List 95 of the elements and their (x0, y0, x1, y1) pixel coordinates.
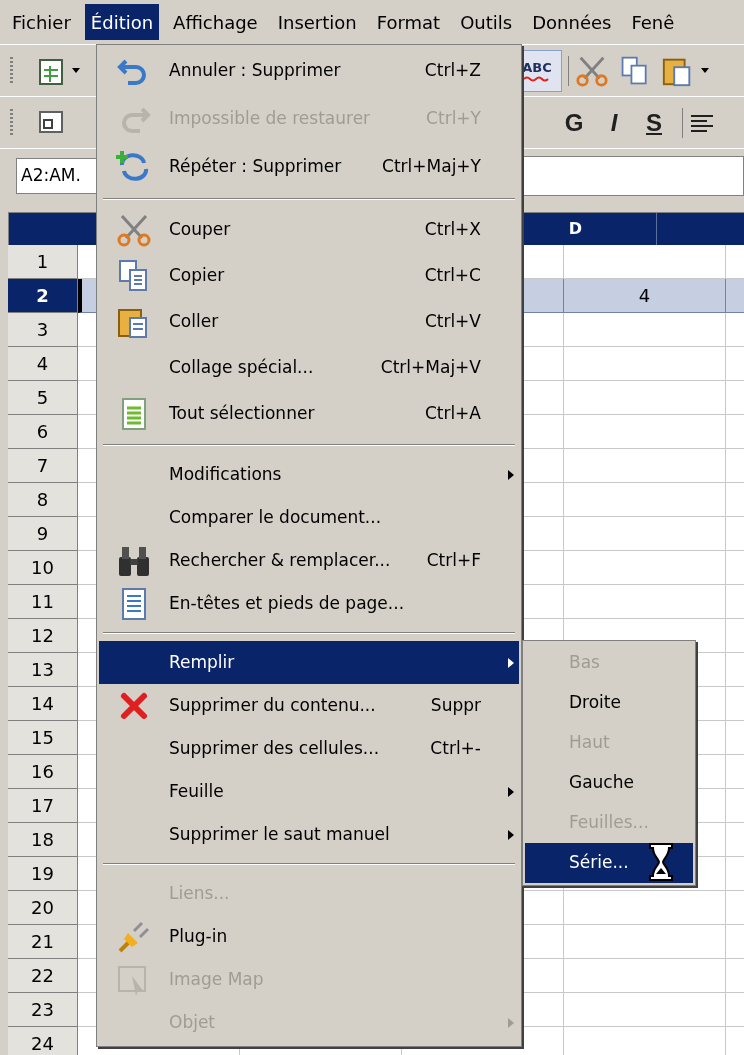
shortcut-label: Ctrl+Z (424, 59, 482, 83)
submenu-arrow-icon (508, 829, 514, 840)
submenu-arrow-icon (508, 469, 514, 480)
row-header[interactable]: 20 (8, 891, 78, 925)
menu-item-label: Supprimer du contenu... (169, 693, 377, 717)
submenu-arrow-icon (508, 1017, 514, 1028)
menu-item-label: Rechercher & remplacer... (169, 548, 392, 572)
shortcut-label: Ctrl+X (424, 218, 482, 242)
table-cell: 4 (564, 279, 726, 313)
shortcut-label: Ctrl+- (430, 736, 482, 760)
shortcut-label: Ctrl+A (424, 402, 482, 426)
menu-item[interactable]: Remplir (99, 641, 519, 684)
menu-item-label: Modifications (169, 462, 283, 486)
menu-bar-item[interactable]: Fichier (6, 4, 77, 40)
row-header[interactable]: 10 (8, 551, 78, 585)
row-header[interactable]: 9 (8, 517, 78, 551)
menu-item-label: Collage spécial... (169, 356, 315, 380)
menu-item-label: Comparer le document... (169, 505, 383, 529)
scissors-icon (116, 212, 152, 248)
menu-bar-item[interactable]: Données (526, 4, 618, 40)
menu-item[interactable]: Supprimer des cellules... Ctrl+- (99, 727, 519, 770)
submenu-item[interactable]: Droite (525, 683, 693, 723)
row-header[interactable]: 2 (8, 279, 78, 313)
shortcut-label: Ctrl+V (424, 310, 482, 334)
menu-item-label: Annuler : Supprimer (169, 59, 342, 83)
menu-item[interactable]: Feuille (99, 770, 519, 813)
menu-item-label: Supprimer le saut manuel (169, 822, 391, 846)
shortcut-label: Ctrl+F (426, 548, 482, 572)
column-header[interactable]: D (568, 217, 583, 241)
menu-item-label: Feuille (169, 779, 225, 803)
menu-item[interactable]: Collage spécial... Ctrl+Maj+V (99, 345, 519, 391)
toolbar-grip-icon (10, 55, 14, 86)
menu-item-label: Supprimer des cellules... (169, 736, 381, 760)
row-header[interactable]: 7 (8, 449, 78, 483)
menu-item[interactable]: Modifications (99, 453, 519, 496)
hourglass-cursor-icon (648, 842, 674, 882)
menu-bar-item[interactable]: Format (370, 4, 447, 40)
row-header[interactable]: 18 (8, 823, 78, 857)
menu-item[interactable]: Plug-in (99, 915, 519, 958)
row-header[interactable]: 21 (8, 925, 78, 959)
row-header[interactable]: 12 (8, 619, 78, 653)
align-left-icon[interactable] (691, 113, 713, 132)
row-header[interactable]: 19 (8, 857, 78, 891)
format-button[interactable]: G (554, 104, 594, 141)
menu-item-label: Plug-in (169, 924, 229, 948)
format-button[interactable]: S (634, 104, 674, 141)
row-header[interactable]: 1 (8, 245, 78, 279)
row-header[interactable]: 23 (8, 993, 78, 1027)
menu-item[interactable]: Rechercher & remplacer... Ctrl+F (99, 539, 519, 582)
menu-item[interactable]: Couper Ctrl+X (99, 207, 519, 253)
menu-bar-item[interactable]: Fenê (625, 4, 681, 40)
submenu-arrow-icon (508, 657, 514, 668)
menu-item[interactable]: Copier Ctrl+C (99, 253, 519, 299)
row-header[interactable]: 13 (8, 653, 78, 687)
row-header[interactable]: 15 (8, 721, 78, 755)
shortcut-label: Ctrl+Maj+V (380, 356, 482, 380)
dropdown-caret-icon[interactable] (72, 68, 80, 73)
shortcut-label: Ctrl+C (424, 264, 482, 288)
menu-item-label: Répéter : Supprimer (169, 155, 343, 179)
menu-item-label: Couper (169, 218, 232, 242)
row-header[interactable]: 24 (8, 1027, 78, 1055)
shortcut-label: Suppr (430, 693, 482, 717)
format-button[interactable]: I (594, 104, 634, 141)
menu-bar-item[interactable]: Affichage (167, 4, 264, 40)
menu-item[interactable]: Comparer le document... (99, 496, 519, 539)
shortcut-label: Ctrl+Maj+Y (382, 155, 482, 179)
row-header[interactable]: 3 (8, 313, 78, 347)
menu-item[interactable]: Tout sélectionner Ctrl+A (99, 391, 519, 437)
menu-item-label: Tout sélectionner (169, 402, 316, 426)
row-header[interactable]: 11 (8, 585, 78, 619)
menu-item[interactable]: Supprimer du contenu... Suppr (99, 684, 519, 727)
menu-item-label: Copier (169, 264, 226, 288)
row-header[interactable]: 8 (8, 483, 78, 517)
menu-bar-item[interactable]: Édition (84, 4, 160, 40)
dropdown-caret-icon[interactable] (701, 68, 709, 73)
submenu-item[interactable]: Gauche (525, 763, 693, 803)
wavy-underline-icon (524, 75, 550, 82)
toolbar-grip-icon (10, 107, 14, 138)
row-header[interactable]: 22 (8, 959, 78, 993)
menu-item-label: Remplir (169, 650, 236, 674)
menu-item[interactable]: Supprimer le saut manuel (99, 813, 519, 856)
menu-item[interactable]: En-têtes et pieds de page... (99, 582, 519, 625)
row-header[interactable]: 17 (8, 789, 78, 823)
submenu-item[interactable]: Série... (525, 843, 693, 883)
row-header[interactable]: 16 (8, 755, 78, 789)
menu-bar-item[interactable]: Insertion (271, 4, 363, 40)
row-header[interactable]: 14 (8, 687, 78, 721)
menu-item[interactable]: Coller Ctrl+V (99, 299, 519, 345)
row-header[interactable]: 5 (8, 381, 78, 415)
submenu-arrow-icon (508, 786, 514, 797)
row-header[interactable]: 6 (8, 415, 78, 449)
row-header[interactable]: 4 (8, 347, 78, 381)
menu-item-label: En-têtes et pieds de page... (169, 591, 406, 615)
menu-item-label: Coller (169, 310, 220, 334)
menu-bar-item[interactable]: Outils (454, 4, 519, 40)
